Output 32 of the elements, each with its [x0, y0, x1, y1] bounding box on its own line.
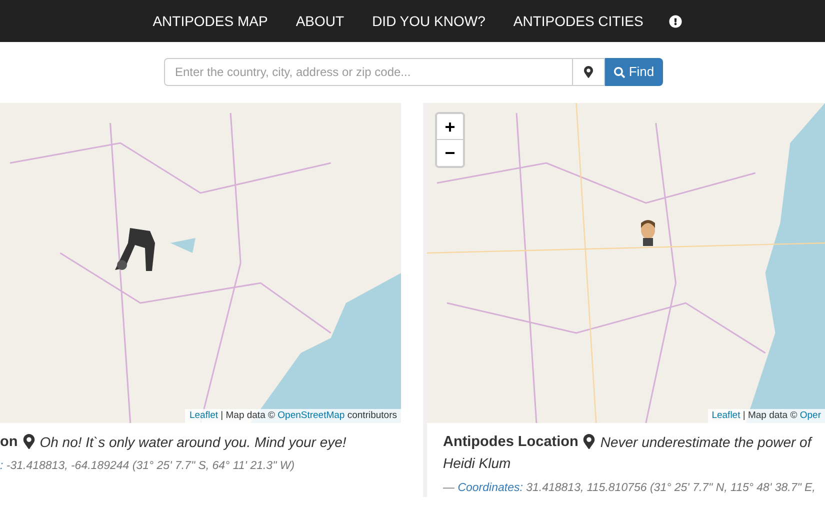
cartoon-face-icon: [640, 220, 656, 246]
search-field[interactable]: Enter the country, city, address or zip code...: [164, 58, 573, 86]
attribution-link[interactable]: Leaflet: [189, 410, 218, 421]
attribution-link[interactable]: OpenStreetMap: [278, 410, 345, 421]
nav-link[interactable]: ANTIPODES CITIES: [511, 10, 646, 32]
attribution-text: | Map data ©: [220, 410, 276, 421]
nav-link[interactable]: DID YOU KNOW?: [370, 10, 488, 32]
location-message: Oh no! It`s only water around you. Mind your eye!: [40, 433, 346, 452]
map-marker-icon: [584, 66, 593, 78]
location-title: on: [0, 433, 18, 452]
attribution-text: | Map data ©: [742, 410, 798, 421]
coordinates-text: -31.418813, -64.189244 (31° 25' 7.7" S, 64° 11' 21.3" W): [5, 459, 295, 474]
map-marker-icon: [22, 434, 35, 449]
attribution-link[interactable]: Oper: [800, 410, 821, 421]
location-message: Never underestimate the power of: [600, 433, 812, 452]
zoom-in-button[interactable]: +: [437, 114, 463, 140]
dash-text: —: [443, 481, 456, 496]
attribution-link[interactable]: Leaflet: [712, 410, 740, 421]
zoom-out-button[interactable]: −: [437, 140, 463, 166]
coordinates-link[interactable]: Coordinates:: [458, 480, 523, 498]
nav-link[interactable]: ANTIPODES MAP: [150, 10, 270, 32]
location-message: Heidi Klum: [443, 454, 511, 473]
info-icon[interactable]: [669, 14, 682, 28]
location-title: Antipodes Location: [443, 433, 578, 452]
locate-button[interactable]: [573, 58, 605, 86]
find-button[interactable]: Find: [605, 58, 663, 86]
search-icon: [614, 66, 625, 78]
attribution-text: contributors: [346, 410, 397, 421]
nav-link[interactable]: ABOUT: [294, 10, 346, 32]
coordinates-text: 31.418813, 115.810756 (31° 25' 7.7" N, 115° 48' 38.7" E,: [525, 481, 816, 496]
coordinates-link[interactable]: :: [0, 458, 4, 476]
map-marker-icon: [583, 434, 596, 449]
